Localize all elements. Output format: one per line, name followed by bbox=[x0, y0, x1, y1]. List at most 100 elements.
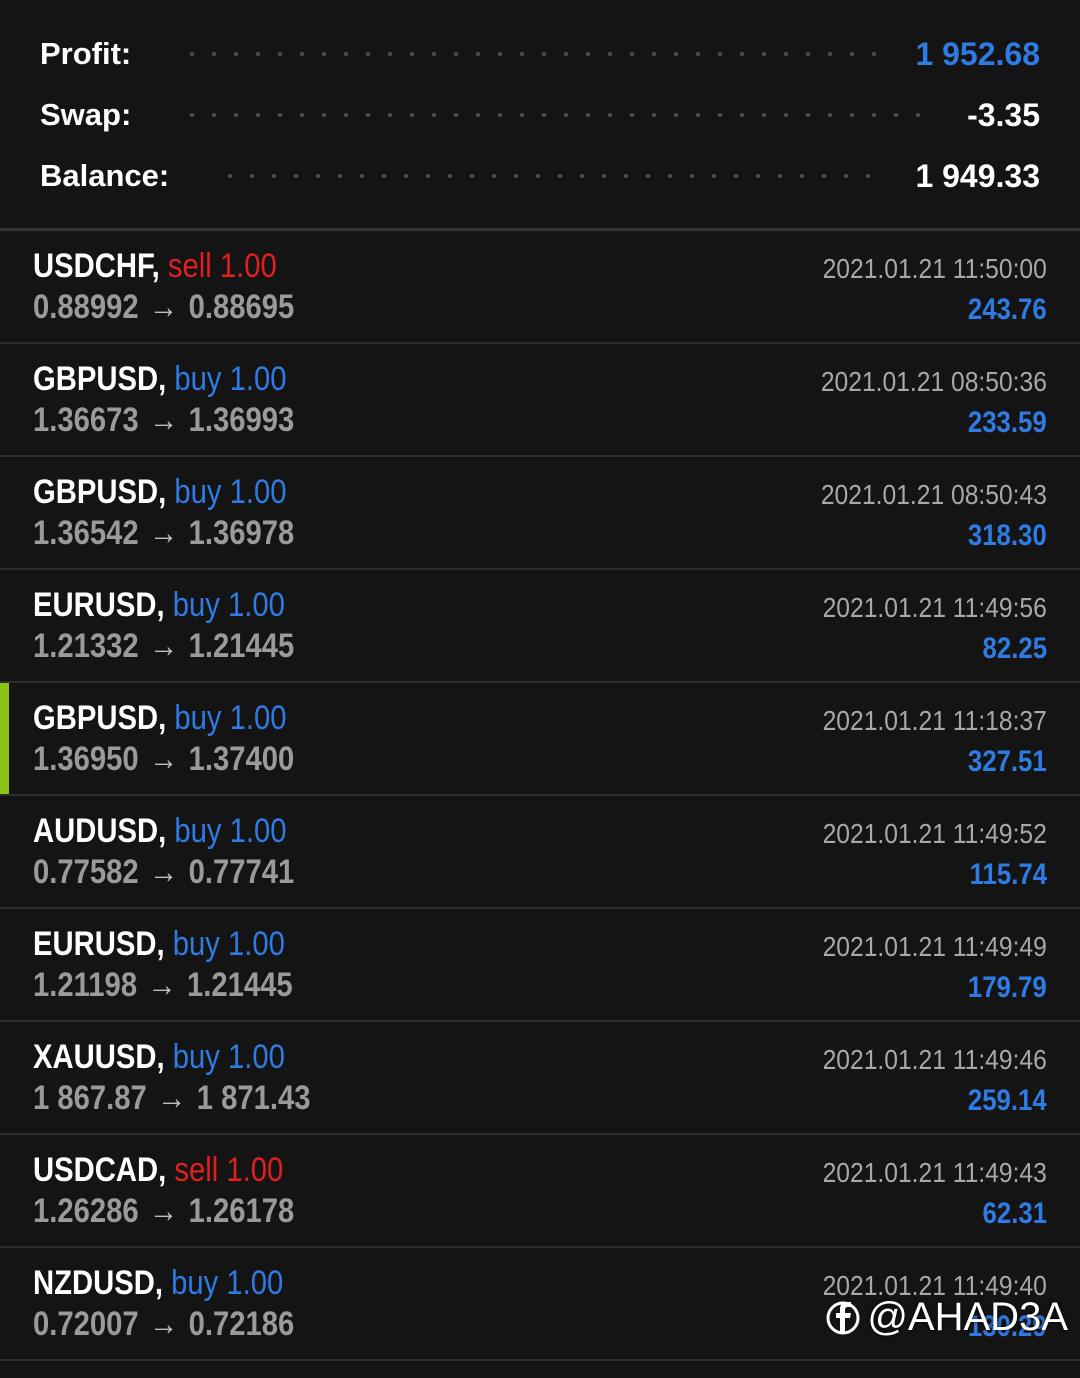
trade-time: 2021.01.21 11:50:00 bbox=[822, 253, 1047, 284]
trade-direction: buy bbox=[172, 586, 220, 624]
trade-side: sell 1.00 bbox=[174, 1151, 283, 1189]
open-price: 1.36950 bbox=[33, 740, 139, 778]
trade-profit: 179.79 bbox=[968, 971, 1047, 1004]
trade-side: buy 1.00 bbox=[173, 925, 285, 963]
trade-volume: 1.00 bbox=[229, 812, 287, 850]
trade-side: sell 1.00 bbox=[168, 247, 277, 285]
arrow-right-icon: → bbox=[149, 1305, 179, 1343]
trade-time: 2021.01.21 11:49:46 bbox=[822, 1044, 1047, 1075]
trade-profit: 115.74 bbox=[969, 858, 1047, 891]
close-price: 1.37400 bbox=[188, 740, 295, 778]
trade-prices: 1.21198 → 1.21445 bbox=[33, 966, 293, 1005]
trade-time: 2021.01.21 11:49:43 bbox=[822, 1157, 1047, 1188]
trade-symbol: GBPUSD, bbox=[33, 699, 167, 737]
trade-header: EURUSD, buy 1.00 bbox=[33, 925, 285, 964]
arrow-right-icon: → bbox=[149, 288, 179, 326]
trade-row[interactable]: AUDUSD, buy 1.00 0.77582 → 0.77741 2021.01.2… bbox=[0, 796, 1080, 909]
trade-symbol: USDCHF, bbox=[33, 247, 160, 285]
balance-row: Balance: 1 949.33 bbox=[40, 156, 1040, 196]
close-price: 0.88695 bbox=[188, 288, 295, 326]
trade-row[interactable]: USDCHF, sell 1.00 0.88992 → 0.88695 2021.01.… bbox=[0, 231, 1080, 344]
trade-direction: buy bbox=[174, 699, 222, 737]
trade-time: 2021.01.21 11:49:56 bbox=[822, 592, 1047, 623]
trade-profit: 62.31 bbox=[982, 1197, 1047, 1230]
trade-time: 2021.01.21 08:50:36 bbox=[820, 366, 1047, 397]
trade-history-list: USDCHF, sell 1.00 0.88992 → 0.88695 2021.01.… bbox=[0, 231, 1080, 1361]
trade-time: 2021.01.21 08:50:43 bbox=[820, 479, 1047, 510]
trade-profit: 259.14 bbox=[968, 1084, 1047, 1117]
trade-symbol: NZDUSD, bbox=[33, 1264, 163, 1302]
trade-prices: 0.77582 → 0.77741 bbox=[33, 853, 294, 892]
trade-header: USDCHF, sell 1.00 bbox=[33, 247, 277, 286]
trade-row[interactable]: GBPUSD, buy 1.00 1.36542 → 1.36978 2021.01.2… bbox=[0, 457, 1080, 570]
trade-prices: 0.88992 → 0.88695 bbox=[33, 288, 294, 327]
profit-value: 1 952.68 bbox=[915, 35, 1040, 72]
trade-volume: 1.00 bbox=[226, 1151, 284, 1189]
close-price: 1 871.43 bbox=[196, 1079, 311, 1117]
account-summary: Profit: 1 952.68 Swap: -3.35 Balance: 1 … bbox=[0, 0, 1080, 230]
trade-volume: 1.00 bbox=[229, 360, 287, 398]
trade-symbol: USDCAD, bbox=[33, 1151, 167, 1189]
open-price: 1.26286 bbox=[33, 1192, 139, 1230]
open-price: 1.36542 bbox=[33, 514, 139, 552]
trade-side: buy 1.00 bbox=[173, 1038, 285, 1076]
trade-volume: 1.00 bbox=[228, 1038, 285, 1076]
close-price: 1.26178 bbox=[188, 1192, 295, 1230]
open-price: 0.88992 bbox=[33, 288, 139, 326]
trade-side: buy 1.00 bbox=[174, 812, 286, 850]
trade-symbol: EURUSD, bbox=[33, 586, 165, 624]
facebook-icon bbox=[826, 1301, 860, 1334]
trade-row[interactable]: GBPUSD, buy 1.00 1.36950 → 1.37400 2021.01.2… bbox=[0, 683, 1080, 796]
trade-row[interactable]: XAUUSD, buy 1.00 1 867.87 → 1 871.43 2021.01… bbox=[0, 1022, 1080, 1135]
close-price: 1.21445 bbox=[188, 627, 295, 665]
trade-direction: buy bbox=[174, 812, 222, 850]
trade-row[interactable]: EURUSD, buy 1.00 1.21198 → 1.21445 2021.01.2… bbox=[0, 909, 1080, 1022]
profit-label: Profit: bbox=[40, 36, 132, 71]
trade-prices: 1.21332 → 1.21445 bbox=[33, 627, 294, 666]
trade-direction: sell bbox=[167, 247, 212, 285]
trade-time: 2021.01.21 11:18:37 bbox=[822, 705, 1047, 736]
trade-row[interactable]: GBPUSD, buy 1.00 1.36673 → 1.36993 2021.01.2… bbox=[0, 344, 1080, 457]
trade-volume: 1.00 bbox=[219, 247, 277, 285]
open-price: 0.77582 bbox=[33, 853, 139, 891]
dotted-leader bbox=[181, 52, 886, 56]
trade-row[interactable]: EURUSD, buy 1.00 1.21332 → 1.21445 2021.01.2… bbox=[0, 570, 1080, 683]
dotted-leader bbox=[181, 113, 938, 117]
trade-symbol: XAUUSD, bbox=[33, 1038, 165, 1076]
trade-header: AUDUSD, buy 1.00 bbox=[33, 812, 287, 851]
trade-volume: 1.00 bbox=[229, 699, 287, 737]
open-price: 0.72007 bbox=[33, 1305, 139, 1343]
arrow-right-icon: → bbox=[149, 514, 179, 552]
trade-volume: 1.00 bbox=[229, 473, 287, 511]
arrow-right-icon: → bbox=[149, 401, 179, 439]
open-price: 1.36673 bbox=[33, 401, 139, 439]
trade-direction: buy bbox=[174, 473, 222, 511]
trade-prices: 1.26286 → 1.26178 bbox=[33, 1192, 294, 1231]
trade-profit: 318.30 bbox=[968, 519, 1047, 552]
balance-label: Balance: bbox=[40, 158, 170, 193]
trade-symbol: GBPUSD, bbox=[33, 360, 167, 398]
trade-header: EURUSD, buy 1.00 bbox=[33, 586, 285, 625]
trade-side: buy 1.00 bbox=[174, 360, 286, 398]
profit-row: Profit: 1 952.68 bbox=[40, 34, 1040, 74]
open-price: 1.21198 bbox=[33, 966, 138, 1004]
arrow-right-icon: → bbox=[149, 740, 179, 778]
trade-header: XAUUSD, buy 1.00 bbox=[33, 1038, 285, 1077]
trade-direction: sell bbox=[174, 1151, 219, 1189]
trade-profit: 327.51 bbox=[968, 745, 1047, 778]
trade-volume: 1.00 bbox=[228, 925, 285, 963]
trade-header: NZDUSD, buy 1.00 bbox=[33, 1264, 283, 1303]
trade-header: GBPUSD, buy 1.00 bbox=[33, 699, 287, 738]
trade-prices: 1.36950 → 1.37400 bbox=[33, 740, 294, 779]
arrow-right-icon: → bbox=[149, 1192, 179, 1230]
trade-prices: 1 867.87 → 1 871.43 bbox=[33, 1079, 311, 1118]
trade-time: 2021.01.21 11:49:49 bbox=[822, 931, 1047, 962]
swap-row: Swap: -3.35 bbox=[40, 95, 1040, 135]
trade-side: buy 1.00 bbox=[174, 473, 286, 511]
trade-side: buy 1.00 bbox=[171, 1264, 283, 1302]
trade-symbol: EURUSD, bbox=[33, 925, 165, 963]
trade-row[interactable]: USDCAD, sell 1.00 1.26286 → 1.26178 2021.01.… bbox=[0, 1135, 1080, 1248]
open-price: 1 867.87 bbox=[33, 1079, 147, 1117]
watermark: @AHAD3A bbox=[825, 1295, 1068, 1340]
watermark-text: @AHAD3A bbox=[867, 1295, 1068, 1339]
